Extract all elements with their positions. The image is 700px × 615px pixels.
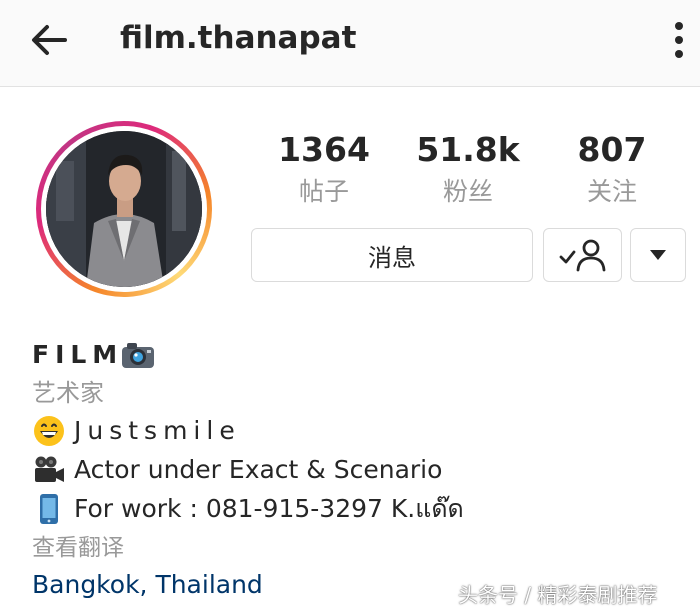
vertical-ellipsis-icon	[675, 22, 683, 58]
posts-label: 帖子	[298, 177, 349, 206]
watermark-text: 头条号 / 精彩泰剧推荐	[458, 583, 658, 607]
see-translation-link[interactable]: 查看翻译	[32, 529, 124, 567]
display-name-row: FILM	[32, 336, 163, 374]
following-stat[interactable]: 807 关注	[542, 128, 682, 212]
person-check-icon	[559, 239, 605, 272]
bio-line-actor: Actor under Exact & Scenario	[32, 451, 442, 489]
following-label: 关注	[586, 177, 637, 206]
grinning-face-icon	[32, 414, 66, 448]
more-options-button[interactable]	[664, 14, 694, 66]
profile-category: 艺术家	[32, 379, 104, 407]
following-count: 807	[577, 130, 647, 169]
top-bar: film.thanapat	[0, 0, 700, 87]
mobile-phone-icon	[32, 492, 66, 526]
movie-camera-icon	[32, 453, 66, 487]
bio-line-justsmile: Justsmile	[32, 412, 241, 450]
profile-page: film.thanapat 1364 帖子 51.8k 粉丝 807 关注 消息…	[0, 0, 700, 615]
camera-icon	[121, 338, 155, 372]
message-button[interactable]: 消息	[251, 228, 533, 282]
profile-avatar[interactable]	[46, 131, 202, 287]
following-button[interactable]	[543, 228, 622, 282]
category-row: 艺术家	[32, 374, 104, 412]
arrow-left-icon	[32, 25, 67, 55]
display-name: FILM	[32, 340, 124, 369]
followers-count: 51.8k	[416, 130, 520, 169]
story-ring[interactable]	[36, 121, 212, 297]
location-row: Bangkok, Thailand	[32, 566, 263, 604]
suggestions-dropdown-button[interactable]	[630, 228, 686, 282]
followers-stat[interactable]: 51.8k 粉丝	[398, 128, 538, 212]
see-translation-row: 查看翻译	[32, 529, 124, 567]
bio-text: Justsmile	[74, 416, 241, 445]
bio-text: Actor under Exact & Scenario	[74, 455, 443, 484]
bio-text: For work : 081-915-3297 K.แด๊ด	[74, 494, 464, 523]
profile-username: film.thanapat	[120, 20, 357, 56]
posts-stat[interactable]: 1364 帖子	[254, 128, 394, 212]
back-button[interactable]	[26, 20, 72, 60]
location-link[interactable]: Bangkok, Thailand	[32, 566, 263, 604]
followers-label: 粉丝	[442, 177, 493, 206]
bio-line-work: For work : 081-915-3297 K.แด๊ด	[32, 490, 464, 528]
posts-count: 1364	[278, 130, 370, 169]
avatar-photo	[46, 131, 202, 287]
caret-down-icon	[650, 250, 666, 260]
